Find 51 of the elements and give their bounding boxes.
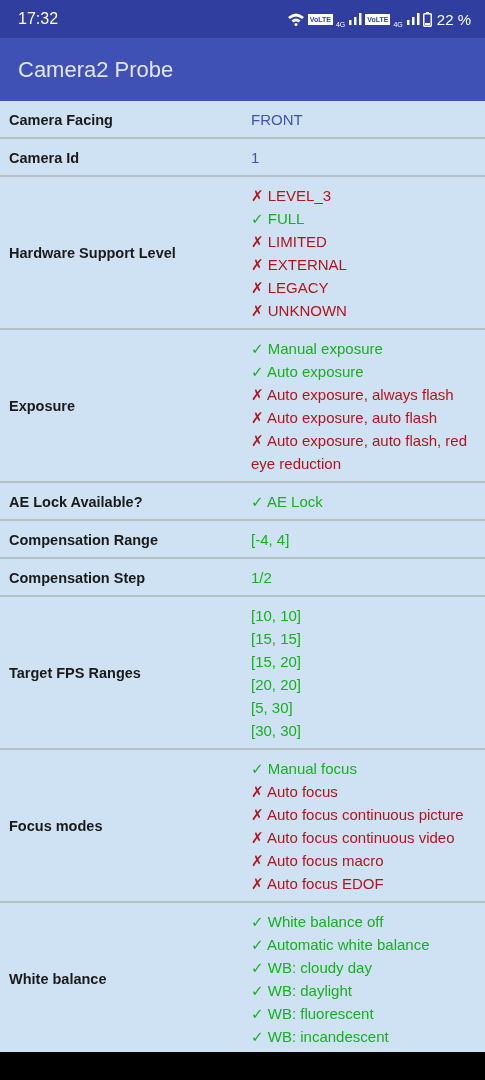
property-value: ✓ FULL xyxy=(251,209,305,229)
property-value: ✗ LEGACY xyxy=(251,278,329,298)
property-value: 1/2 xyxy=(251,568,272,588)
property-label: AE Lock Available? xyxy=(8,493,143,510)
property-value: ✗ Auto exposure, auto flash, red eye reduction xyxy=(251,431,469,474)
property-value: ✗ Auto exposure, always flash xyxy=(251,385,454,405)
property-value: ✓ Manual focus xyxy=(251,759,357,779)
property-value: ✗ Auto focus continuous picture xyxy=(251,805,464,825)
property-value: [15, 15] xyxy=(251,629,302,649)
property-value: ✗ UNKNOWN xyxy=(251,301,347,321)
property-value: [10, 10] xyxy=(251,606,302,626)
property-value: ✗ Auto focus macro xyxy=(251,851,384,871)
property-value: FRONT xyxy=(251,110,303,130)
property-value: ✗ Auto focus xyxy=(251,782,338,802)
property-value: [-4, 4] xyxy=(251,530,290,550)
property-value: ✓ Manual exposure xyxy=(251,339,383,359)
property-value: ✗ LIMITED xyxy=(251,232,327,252)
property-value: ✗ LEVEL_3 xyxy=(251,186,332,206)
property-value: 1 xyxy=(251,148,260,168)
property-value: ✗ Auto focus continuous video xyxy=(251,828,455,848)
property-label: Compensation Range xyxy=(8,531,159,548)
property-label: Camera Facing xyxy=(8,111,113,128)
property-label: Compensation Step xyxy=(8,569,146,586)
property-value: ✓ WB: cloudy day xyxy=(251,958,372,978)
property-value: ✗ EXTERNAL xyxy=(251,255,347,275)
clock: 17:32 xyxy=(18,10,59,28)
app-title: Camera2 Probe xyxy=(18,56,174,83)
property-value: ✓ WB: fluorescent xyxy=(251,1004,374,1024)
property-value: ✓ WB: daylight xyxy=(251,981,352,1001)
battery-percent: 22 % xyxy=(436,10,471,28)
property-label: Hardware Support Level xyxy=(8,245,176,261)
property-label: Focus modes xyxy=(8,818,103,834)
property-value: [30, 30] xyxy=(251,721,302,741)
property-value: [15, 20] xyxy=(251,652,302,672)
property-value: [5, 30] xyxy=(251,698,293,718)
battery-icon xyxy=(422,11,432,27)
wifi-icon xyxy=(286,12,305,26)
property-label: White balance xyxy=(8,971,107,987)
signal-icon xyxy=(405,13,420,25)
property-value: ✓ Auto exposure xyxy=(251,362,364,382)
property-label: Target FPS Ranges xyxy=(8,665,141,681)
property-value: ✗ Auto exposure, auto flash xyxy=(251,408,438,428)
property-value: ✓ WB: incandescent xyxy=(251,1027,389,1047)
property-label: Exposure xyxy=(8,398,76,414)
property-label: Camera Id xyxy=(8,149,80,166)
property-value: ✓ White balance off xyxy=(251,912,384,932)
signal-icon xyxy=(348,13,363,25)
property-value: ✓ AE Lock xyxy=(251,492,323,512)
property-value: ✗ Auto focus EDOF xyxy=(251,874,384,894)
property-value: ✓ Automatic white balance xyxy=(251,935,430,955)
property-value: [20, 20] xyxy=(251,675,302,695)
